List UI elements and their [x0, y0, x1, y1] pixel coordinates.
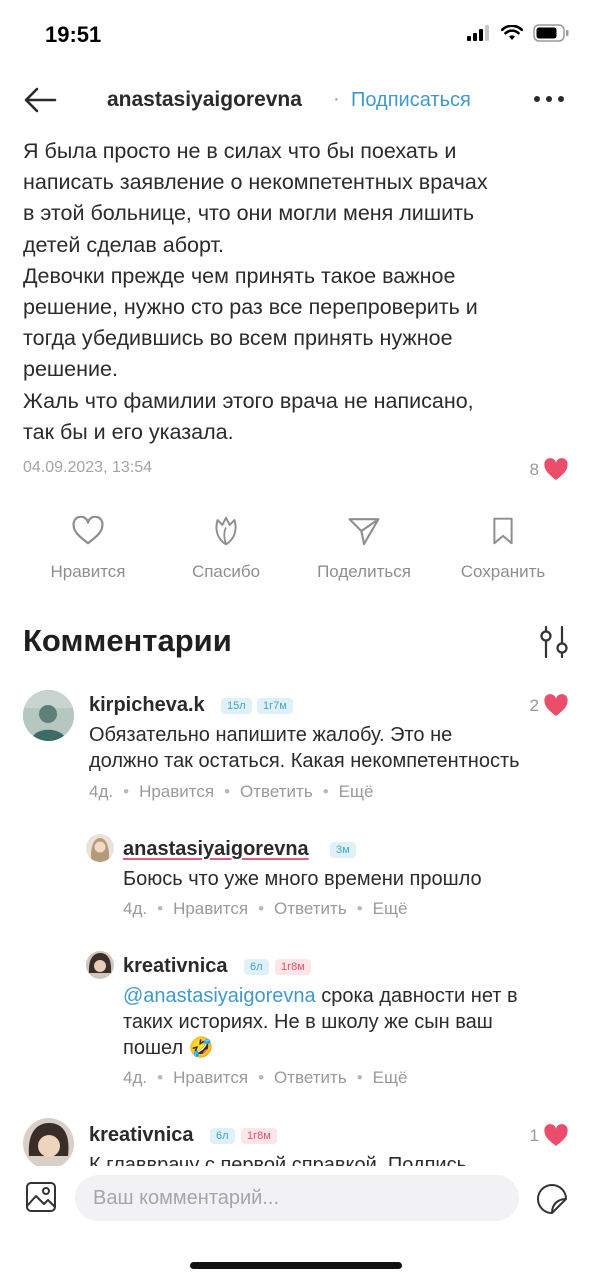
share-action-label: Поделиться: [317, 562, 411, 581]
comment-likes[interactable]: 2: [530, 694, 569, 717]
comment-badge-age: 6л: [210, 1128, 235, 1144]
comment-like-link[interactable]: Нравится: [173, 1068, 248, 1088]
comment-text: Боюсь что уже много времени прошло: [123, 868, 482, 890]
comment-reply-link[interactable]: Ответить: [274, 1068, 347, 1088]
wifi-icon: [501, 25, 523, 40]
avatar[interactable]: [23, 1118, 74, 1169]
comment-badge-membership: 3м: [330, 842, 356, 858]
filter-button[interactable]: [536, 624, 572, 660]
battery-icon: [533, 24, 569, 42]
avatar[interactable]: [86, 834, 114, 862]
comment-likes[interactable]: 1: [530, 1124, 569, 1147]
post-actions: Нравится Спасибо Поделиться Сохранить: [0, 510, 591, 590]
avatar[interactable]: [23, 690, 74, 741]
mention-link[interactable]: @anastasiyaigorevna: [123, 985, 316, 1007]
comment-badge-age: 6л: [244, 959, 269, 975]
heart-filled-icon: [544, 1124, 568, 1146]
like-action[interactable]: Нравится: [28, 510, 148, 582]
comment-likes-count: 2: [529, 695, 539, 715]
comment-badge-age: 15л: [221, 698, 252, 714]
attach-image-button[interactable]: [24, 1180, 58, 1214]
back-button[interactable]: [22, 84, 58, 116]
comment-like-link[interactable]: Нравится: [173, 899, 248, 919]
bookmark-icon: [493, 517, 513, 545]
comment-meta: 4д. • Нравится • Ответить • Ещё: [89, 782, 374, 802]
comment-age: 4д.: [89, 782, 114, 801]
comment-username[interactable]: kirpicheva.k: [89, 694, 205, 717]
avatar-photo-icon: [86, 834, 114, 862]
filter-icon: [540, 625, 568, 659]
comment-text: @anastasiyaigorevna срока давности нет в…: [123, 983, 573, 1061]
sticker-button[interactable]: [535, 1182, 569, 1216]
comment-age: 4д.: [123, 1068, 148, 1087]
comment-badge-membership: 1г7м: [257, 698, 293, 714]
avatar-photo-icon: [23, 1118, 74, 1169]
paper-plane-icon: [348, 518, 380, 546]
subscribe-button[interactable]: Подписаться: [351, 89, 471, 112]
post-likes-count: 8: [529, 459, 539, 479]
signal-icon: [467, 25, 489, 41]
comments-title: Комментарии: [23, 623, 232, 658]
comment-more-link[interactable]: Ещё: [373, 1068, 408, 1088]
comment-username[interactable]: kreativnica: [89, 1124, 194, 1147]
more-options-button[interactable]: [532, 86, 566, 112]
comment-reply-link[interactable]: Ответить: [240, 782, 313, 802]
avatar-photo-icon: [86, 951, 114, 979]
comment-badge-membership: 1г8м: [241, 1128, 277, 1144]
post-text: Я была просто не в силах что бы поехать …: [23, 139, 488, 444]
heart-filled-icon: [544, 694, 568, 716]
save-action-label: Сохранить: [460, 562, 546, 581]
comment-username[interactable]: anastasiyaigorevna: [123, 838, 309, 861]
comment-username[interactable]: kreativnica: [123, 955, 228, 978]
home-indicator: [190, 1262, 402, 1269]
comment-input[interactable]: [75, 1175, 519, 1221]
thanks-action-label: Спасибо: [191, 562, 261, 581]
comment-more-link[interactable]: Ещё: [339, 782, 374, 802]
comment-badge-membership: 1г8м: [275, 959, 311, 975]
share-action[interactable]: Поделиться: [304, 510, 424, 582]
like-action-label: Нравится: [50, 562, 126, 581]
comment-like-link[interactable]: Нравится: [139, 782, 214, 802]
save-action[interactable]: Сохранить: [443, 510, 563, 582]
nav-separator-dot: ·: [333, 88, 340, 110]
comment-likes-count: 1: [529, 1125, 539, 1145]
post-date: 04.09.2023, 13:54: [23, 459, 153, 476]
comment-text: Обязательно напишите жалобу. Это не долж…: [89, 724, 520, 772]
image-icon: [26, 1182, 56, 1212]
back-arrow-icon: [24, 87, 57, 113]
heart-filled-icon: [544, 458, 568, 480]
comment-meta: 4д. • Нравится • Ответить • Ещё: [123, 899, 408, 919]
tulip-icon: [215, 516, 237, 546]
post-likes[interactable]: 8: [530, 458, 569, 481]
top-nav: anastasiyaigorevna · Подписаться: [0, 78, 591, 124]
comment-meta: 4д. • Нравится • Ответить • Ещё: [123, 1068, 408, 1088]
status-bar: 19:51: [0, 0, 591, 70]
comment-age: 4д.: [123, 899, 148, 918]
more-dots-icon: [534, 96, 564, 102]
comment-composer: [0, 1166, 591, 1280]
comment-reply-link[interactable]: Ответить: [274, 899, 347, 919]
heart-icon: [72, 516, 104, 545]
post-author[interactable]: anastasiyaigorevna: [107, 88, 302, 112]
avatar[interactable]: [86, 951, 114, 979]
status-time: 19:51: [45, 22, 102, 47]
thanks-action[interactable]: Спасибо: [166, 510, 286, 582]
status-icons: [467, 24, 569, 42]
sticker-icon: [537, 1184, 567, 1214]
avatar-photo-icon: [23, 690, 74, 741]
comment-more-link[interactable]: Ещё: [373, 899, 408, 919]
